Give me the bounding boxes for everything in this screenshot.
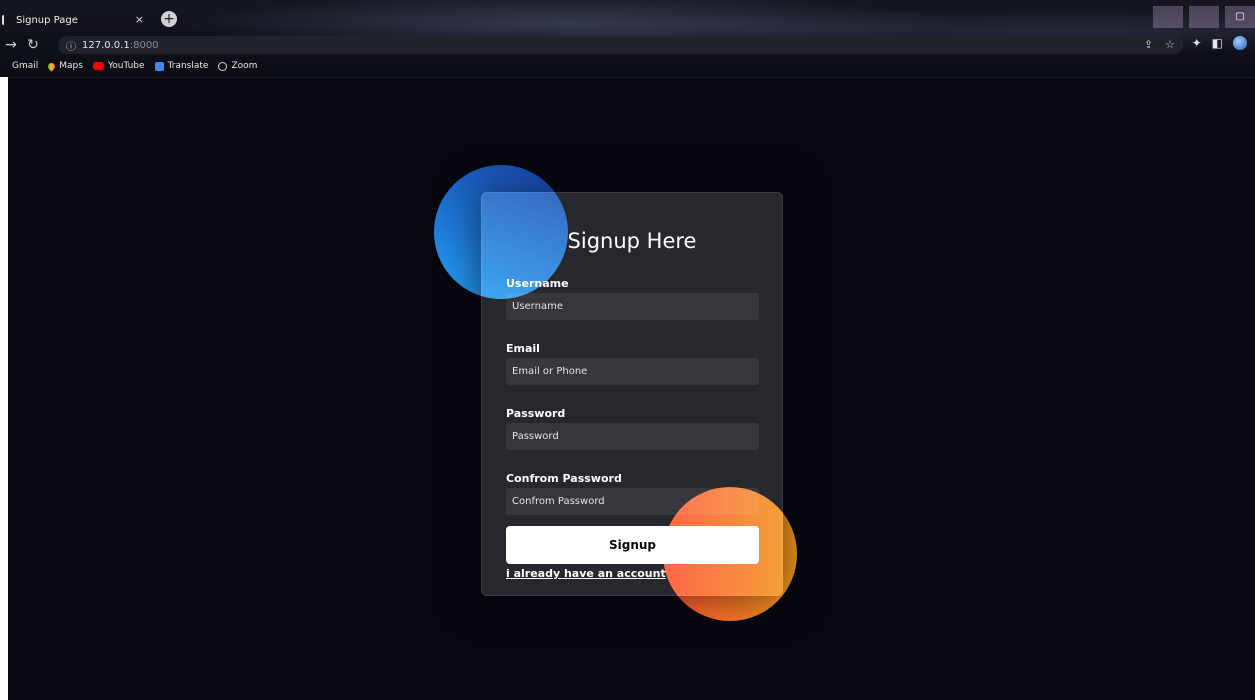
browser-chrome: Signup Page × + ▢ → ↻ ⓘ 127.0.0.1 :8000 …	[0, 0, 1255, 78]
username-label: Username	[506, 277, 569, 290]
bookmark-maps[interactable]: Maps	[46, 61, 83, 71]
translate-icon	[154, 61, 164, 71]
extensions-puzzle-icon[interactable]: ✦	[1192, 36, 1202, 50]
tab-close-icon[interactable]: ×	[135, 13, 144, 26]
signup-form: Signup Here Username Email Password Conf…	[481, 192, 783, 596]
email-label: Email	[506, 342, 540, 355]
bookmark-youtube[interactable]: YouTube	[92, 61, 145, 71]
profile-avatar-icon[interactable]	[1233, 36, 1247, 50]
confirm-password-label: Confrom Password	[506, 472, 622, 485]
forward-icon[interactable]: →	[0, 37, 22, 53]
bookmark-translate[interactable]: Translate	[154, 61, 209, 71]
confirm-password-input[interactable]	[506, 488, 759, 515]
bookmark-label: YouTube	[107, 61, 145, 71]
bookmark-label: Maps	[59, 61, 83, 71]
password-label: Password	[506, 407, 566, 420]
bookmark-label: Gmail	[12, 61, 39, 71]
zoom-globe-icon	[218, 61, 228, 71]
bookmarks-bar: Gmail Maps YouTube Translate Zoom	[0, 58, 257, 74]
address-bar[interactable]: ⓘ 127.0.0.1 :8000 ⇪ ☆	[58, 36, 1183, 54]
window-thumb	[1153, 6, 1183, 28]
bookmark-gmail[interactable]: Gmail	[12, 61, 38, 71]
password-input[interactable]	[506, 423, 759, 450]
share-icon[interactable]: ⇪	[1144, 38, 1153, 51]
email-input[interactable]	[506, 358, 759, 385]
url-port: :8000	[129, 39, 159, 51]
bookmark-label: Translate	[167, 61, 209, 71]
window-edge	[0, 77, 8, 700]
page-viewport: Signup Here Username Email Password Conf…	[8, 78, 1255, 700]
window-thumb	[1189, 6, 1219, 28]
bookmark-zoom[interactable]: Zoom	[218, 61, 257, 71]
toolbar: → ↻ ⓘ 127.0.0.1 :8000 ⇪ ☆	[0, 34, 1255, 56]
window-controls: ▢	[1153, 6, 1255, 28]
reload-icon[interactable]: ↻	[22, 37, 44, 53]
site-info-icon[interactable]: ⓘ	[66, 38, 76, 53]
signup-button[interactable]: Signup	[506, 526, 759, 564]
omnibox-actions: ⇪ ☆	[1144, 38, 1175, 51]
new-tab-button[interactable]: +	[161, 11, 177, 27]
side-panel-icon[interactable]: ◧	[1212, 36, 1223, 50]
login-link[interactable]: i already have an account	[506, 567, 666, 580]
maps-pin-icon	[46, 61, 57, 71]
tab-favicon-icon	[2, 15, 10, 25]
minimize-icon[interactable]: ▢	[1225, 6, 1255, 28]
bookmark-label: Zoom	[231, 61, 258, 71]
url-host: 127.0.0.1	[82, 39, 130, 51]
tab-title: Signup Page	[16, 14, 78, 26]
form-title: Signup Here	[567, 229, 697, 253]
bookmark-star-icon[interactable]: ☆	[1165, 38, 1175, 51]
browser-tab[interactable]: Signup Page ×	[0, 9, 148, 31]
youtube-icon	[92, 62, 104, 70]
username-input[interactable]	[506, 293, 759, 320]
extension-area: ✦ ◧	[1192, 36, 1247, 50]
